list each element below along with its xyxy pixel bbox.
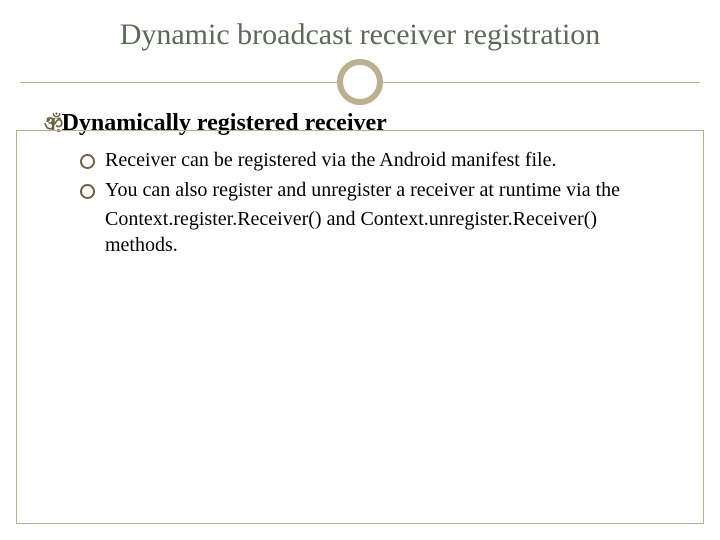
ring-bullet-icon [80,154,95,169]
bullet-text: Receiver can be registered via the Andro… [105,148,556,174]
body: ፒ︎ ॐ︎ Dynamically registered receiver Re… [0,102,720,258]
section-heading: Dynamically registered receiver [62,110,387,137]
list-item: Receiver can be registered via the Andro… [80,148,674,174]
list-item: You can also register and unregister a r… [80,178,674,204]
slide-title: Dynamic broadcast receiver registration [50,18,670,52]
title-divider [0,62,720,102]
swirl-bullet-icon: ॐ︎ [44,110,64,138]
heading-row: ፒ︎ ॐ︎ Dynamically registered receiver [46,110,674,138]
bullet-text: You can also register and unregister a r… [105,178,620,204]
bullet-text-continuation: Context.register.Receiver() and Context.… [80,207,674,258]
ring-bullet-icon [80,184,95,199]
divider-circle-icon [337,59,383,105]
title-area: Dynamic broadcast receiver registration [0,0,720,52]
slide: Dynamic broadcast receiver registration … [0,0,720,540]
